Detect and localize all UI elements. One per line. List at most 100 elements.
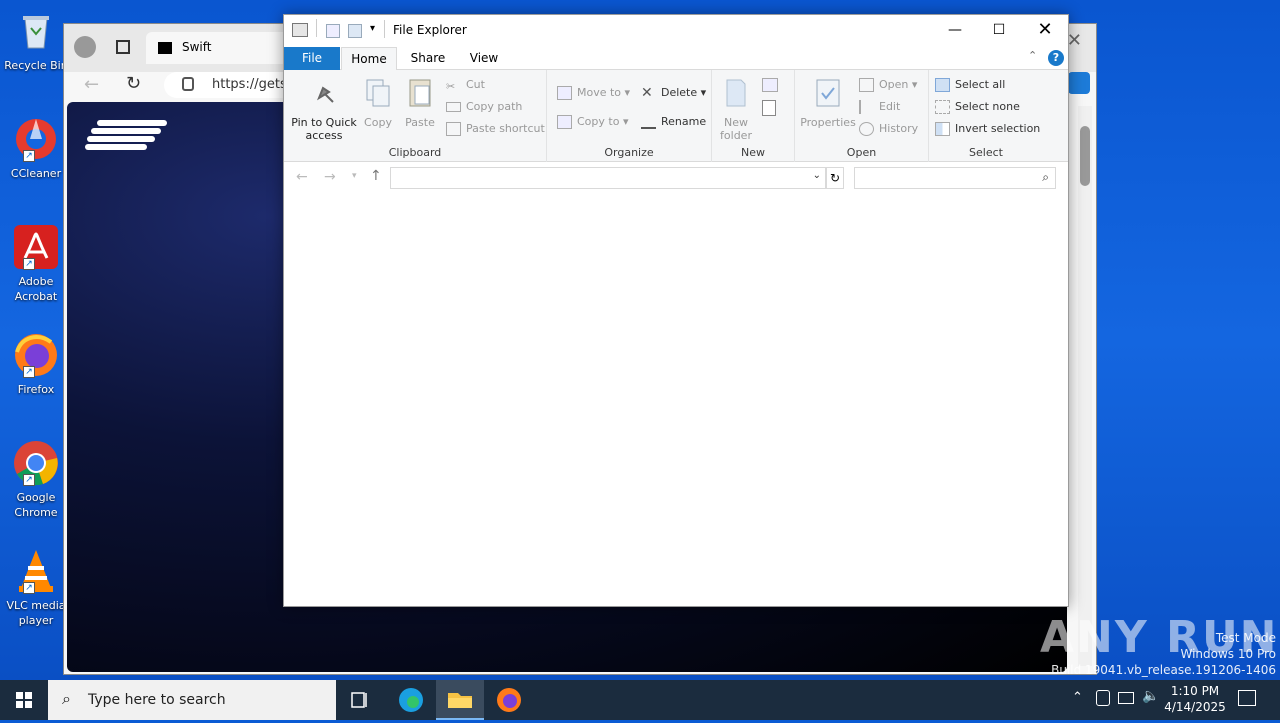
show-hidden-icons-icon[interactable]: ⌃	[1072, 690, 1083, 705]
cut-button[interactable]: ✂ Cut	[446, 76, 485, 94]
delete-x-icon: ✕	[641, 85, 653, 101]
desktop-icon-ccleaner[interactable]: ↗ CCleaner	[2, 116, 70, 181]
new-folder-icon	[721, 76, 751, 110]
watermark-line: Test Mode	[1215, 631, 1276, 645]
shortcut-arrow-icon: ↗	[23, 474, 35, 486]
desktop-icon-chrome[interactable]: ↗ Google Chrome	[2, 440, 70, 520]
tab-actions-icon[interactable]	[116, 40, 130, 54]
explorer-title-bar[interactable]: ▾ File Explorer — ☐ ✕	[284, 15, 1068, 47]
vlc-icon: ↗	[13, 548, 59, 594]
easy-access-icon[interactable]	[762, 100, 776, 116]
help-icon[interactable]: ?	[1048, 50, 1064, 66]
refresh-icon[interactable]: ↻	[826, 167, 844, 189]
history-button[interactable]: History	[859, 120, 918, 138]
taskbar-file-explorer[interactable]	[436, 680, 484, 720]
customize-toolbar-icon[interactable]: ▾	[370, 23, 375, 34]
group-label-new: New	[741, 146, 765, 159]
device-icon[interactable]	[1096, 690, 1110, 706]
address-bar[interactable]: ⌄	[390, 167, 826, 189]
task-view-button[interactable]	[336, 680, 384, 720]
desktop-icon-label: Google Chrome	[14, 491, 58, 519]
explorer-content-area[interactable]	[284, 193, 1068, 606]
new-folder-quick-icon[interactable]	[348, 24, 362, 38]
properties-quick-icon[interactable]	[326, 24, 340, 38]
tab-share[interactable]: Share	[402, 47, 454, 70]
taskbar-search-box[interactable]: ⌕ Type here to search	[48, 680, 336, 720]
pin-quick-access-button[interactable]: Pin to Quick access	[288, 76, 360, 142]
back-arrow-icon[interactable]: ←	[296, 169, 308, 185]
new-item-icon[interactable]	[762, 78, 778, 92]
copy-path-button[interactable]: Copy path	[446, 98, 522, 116]
back-icon[interactable]: ←	[84, 74, 99, 95]
clock[interactable]: 1:10 PM 4/14/2025	[1160, 683, 1230, 715]
group-label-open: Open	[846, 146, 877, 159]
select-none-button[interactable]: Select none	[935, 98, 1020, 116]
watermark-line: Windows 10 Pro	[1180, 647, 1276, 661]
rename-icon	[641, 115, 656, 129]
network-icon[interactable]	[1118, 692, 1134, 704]
copy-button[interactable]: Copy	[360, 76, 396, 129]
notifications-icon[interactable]	[1238, 690, 1256, 706]
browser-scrollbar[interactable]	[1078, 106, 1092, 666]
copy-path-icon	[446, 102, 461, 112]
taskbar-edge[interactable]	[387, 680, 435, 720]
volume-icon[interactable]: 🔈	[1142, 688, 1159, 704]
copy-to-button[interactable]: Copy to ▾	[557, 113, 628, 131]
tab-home[interactable]: Home	[341, 47, 397, 70]
copy-icon	[363, 76, 393, 110]
edit-button[interactable]: Edit	[859, 98, 900, 116]
properties-icon	[813, 76, 843, 110]
history-icon	[859, 122, 874, 136]
explorer-app-icon	[292, 23, 308, 37]
desktop-icon-vlc[interactable]: ↗ VLC media player	[2, 548, 70, 628]
collapse-ribbon-icon[interactable]: ⌃	[1028, 49, 1037, 62]
desktop-icon-adobe-acrobat[interactable]: ↗ Adobe Acrobat	[2, 224, 70, 304]
tab-view[interactable]: View	[458, 47, 510, 70]
copilot-icon[interactable]	[1068, 72, 1090, 94]
move-to-icon	[557, 86, 572, 100]
tab-file[interactable]: File	[284, 47, 340, 70]
paste-button[interactable]: Paste	[402, 76, 438, 129]
select-all-icon	[935, 78, 950, 92]
group-organize: Move to ▾ Copy to ▾ ✕ Delete ▾ Rename Org…	[547, 70, 712, 162]
desktop-icon-recycle-bin[interactable]: Recycle Bin	[2, 8, 70, 73]
profile-avatar-icon[interactable]	[74, 36, 96, 58]
group-open: Properties Open ▾ Edit History Open	[795, 70, 929, 162]
new-folder-button[interactable]: New folder	[716, 76, 756, 142]
rename-button[interactable]: Rename	[641, 113, 706, 131]
browser-tab[interactable]: Swift	[146, 32, 296, 64]
search-box[interactable]: ⌕	[854, 167, 1056, 189]
browser-close-icon[interactable]: ✕	[1067, 30, 1082, 51]
recent-locations-icon[interactable]: ▾	[352, 171, 357, 181]
delete-button[interactable]: ✕ Delete ▾	[641, 84, 706, 102]
start-button[interactable]	[0, 680, 48, 720]
move-to-button[interactable]: Move to ▾	[557, 84, 630, 102]
task-view-icon	[351, 692, 367, 708]
desktop-icon-firefox[interactable]: ↗ Firefox	[2, 332, 70, 397]
search-icon: ⌕	[1042, 170, 1049, 184]
search-placeholder: Type here to search	[88, 692, 226, 708]
open-button[interactable]: Open ▾	[859, 76, 917, 94]
taskbar-firefox[interactable]	[485, 680, 533, 720]
forward-arrow-icon[interactable]: →	[324, 169, 336, 185]
paste-shortcut-button[interactable]: Paste shortcut	[446, 120, 545, 138]
maximize-icon[interactable]: ☐	[976, 15, 1022, 46]
adobe-acrobat-icon: ↗	[13, 224, 59, 270]
minimize-icon[interactable]: —	[932, 15, 978, 46]
open-icon	[859, 78, 874, 92]
taskbar: ⌕ Type here to search ⌃ 🔈 1:10 PM 4/14/2…	[0, 680, 1280, 720]
invert-selection-icon	[935, 122, 950, 136]
invert-selection-button[interactable]: Invert selection	[935, 120, 1040, 138]
properties-button[interactable]: Properties	[799, 76, 857, 129]
refresh-icon[interactable]: ↻	[126, 73, 141, 94]
clock-date: 4/14/2025	[1164, 700, 1226, 714]
select-all-button[interactable]: Select all	[935, 76, 1005, 94]
shortcut-arrow-icon: ↗	[23, 366, 35, 378]
up-arrow-icon[interactable]: ↑	[370, 168, 382, 184]
lock-icon	[182, 77, 194, 91]
address-dropdown-icon[interactable]: ⌄	[813, 170, 821, 181]
paste-shortcut-icon	[446, 122, 461, 136]
close-icon[interactable]: ✕	[1022, 15, 1068, 46]
file-explorer-window[interactable]: ▾ File Explorer — ☐ ✕ File Home Share Vi…	[283, 14, 1069, 607]
shortcut-arrow-icon: ↗	[23, 150, 35, 162]
